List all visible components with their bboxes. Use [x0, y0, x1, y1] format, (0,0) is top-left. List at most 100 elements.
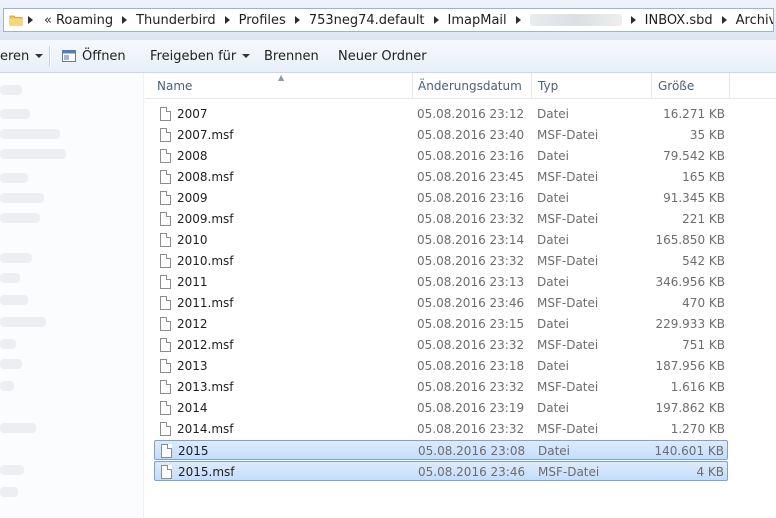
breadcrumb-arrow-icon[interactable]: [122, 16, 128, 24]
burn-button[interactable]: Brennen: [264, 40, 319, 72]
breadcrumb-arrow-icon[interactable]: [515, 16, 521, 24]
breadcrumb-item-profiles[interactable]: Profiles: [239, 13, 286, 28]
breadcrumb-arrow-icon[interactable]: [630, 16, 636, 24]
file-type: Datei: [537, 107, 570, 121]
nav-item-blurred[interactable]: [0, 273, 20, 283]
file-row[interactable]: 2010.msf 05.08.2016 23:32 MSF-Datei 542 KB: [154, 251, 728, 271]
file-row[interactable]: 2011 05.08.2016 23:13 Datei 346.956 KB: [154, 272, 728, 292]
file-row[interactable]: 2009 05.08.2016 23:16 Datei 91.345 KB: [154, 188, 728, 208]
file-row[interactable]: 2007 05.08.2016 23:12 Datei 16.271 KB: [154, 104, 728, 124]
file-row[interactable]: 2015.msf 05.08.2016 23:46 MSF-Datei 4 KB: [154, 461, 728, 481]
overflow-chevron-icon[interactable]: «: [44, 13, 52, 28]
nav-item-blurred[interactable]: [0, 487, 18, 497]
file-name: 2012.msf: [177, 338, 234, 352]
file-row[interactable]: 2007.msf 05.08.2016 23:40 MSF-Datei 35 KB: [154, 125, 728, 145]
file-name: 2008: [177, 149, 208, 163]
open-button[interactable]: Öffnen: [62, 40, 126, 72]
file-row[interactable]: 2012.msf 05.08.2016 23:32 MSF-Datei 751 KB: [154, 335, 728, 355]
nav-item-blurred[interactable]: [0, 173, 28, 183]
file-row[interactable]: 2013.msf 05.08.2016 23:32 MSF-Datei 1.616 K…: [154, 377, 728, 397]
breadcrumb-item-profile[interactable]: 753neg74.default: [309, 13, 425, 28]
nav-item-blurred[interactable]: [0, 359, 22, 369]
nav-item-blurred[interactable]: [0, 213, 40, 223]
breadcrumb-arrow-icon[interactable]: [433, 16, 439, 24]
column-header-type[interactable]: Typ: [538, 73, 648, 98]
file-name: 2009.msf: [177, 212, 234, 226]
file-date: 05.08.2016 23:32: [417, 254, 525, 268]
breadcrumb-item-inbox[interactable]: INBOX.sbd: [645, 13, 713, 28]
file-row[interactable]: 2008 05.08.2016 23:16 Datei 79.542 KB: [154, 146, 728, 166]
column-resize-handle[interactable]: [729, 73, 730, 98]
file-size: 91.345 KB: [663, 191, 725, 205]
file-row[interactable]: 2013 05.08.2016 23:18 Datei 187.956 KB: [154, 356, 728, 376]
file-row[interactable]: 2011.msf 05.08.2016 23:46 MSF-Datei 470 KB: [154, 293, 728, 313]
column-header-date[interactable]: Änderungsdatum: [418, 73, 533, 98]
column-resize-handle[interactable]: [412, 73, 413, 98]
file-row[interactable]: 2014 05.08.2016 23:19 Datei 197.862 KB: [154, 398, 728, 418]
file-name: 2015.msf: [178, 465, 235, 479]
file-icon: [160, 401, 171, 415]
breadcrumb-item-archives[interactable]: Archives.sbd: [736, 13, 773, 28]
file-date: 05.08.2016 23:46: [417, 296, 525, 310]
breadcrumb-arrow-icon[interactable]: [224, 16, 230, 24]
file-name: 2010.msf: [177, 254, 234, 268]
burn-label: Brennen: [264, 48, 319, 64]
file-size: 16.271 KB: [663, 107, 725, 121]
nav-item-blurred[interactable]: [0, 381, 14, 391]
nav-item-blurred[interactable]: [0, 85, 22, 95]
nav-item-blurred[interactable]: [0, 295, 28, 305]
file-row[interactable]: 2010 05.08.2016 23:14 Datei 165.850 KB: [154, 230, 728, 250]
nav-item-blurred[interactable]: [0, 423, 36, 433]
file-name: 2009: [177, 191, 208, 205]
nav-item-blurred[interactable]: [0, 339, 16, 349]
breadcrumb-item-roaming[interactable]: Roaming: [56, 13, 113, 28]
file-row[interactable]: 2008.msf 05.08.2016 23:45 MSF-Datei 165 KB: [154, 167, 728, 187]
column-resize-handle[interactable]: [531, 73, 532, 98]
breadcrumb[interactable]: « Roaming Thunderbird Profiles 753neg74.…: [3, 8, 774, 32]
nav-item-blurred[interactable]: [0, 129, 60, 139]
file-icon: [160, 296, 171, 310]
breadcrumb-arrow-icon[interactable]: [294, 16, 300, 24]
file-icon: [160, 107, 171, 121]
nav-item-blurred[interactable]: [0, 109, 30, 119]
breadcrumb-arrow-icon[interactable]: [721, 16, 727, 24]
file-size: 542 KB: [682, 254, 725, 268]
file-size: 187.956 KB: [655, 359, 725, 373]
nav-item-blurred[interactable]: [0, 149, 66, 159]
file-type: Datei: [537, 191, 570, 205]
organize-button[interactable]: eren: [0, 40, 44, 72]
file-row[interactable]: 2009.msf 05.08.2016 23:32 MSF-Datei 221 KB: [154, 209, 728, 229]
chevron-down-icon: [35, 54, 44, 58]
new-folder-button[interactable]: Neuer Ordner: [338, 40, 427, 72]
breadcrumb-root-arrow-icon[interactable]: [28, 16, 33, 24]
file-date: 05.08.2016 23:16: [417, 191, 525, 205]
nav-item-blurred[interactable]: [0, 465, 24, 475]
file-row[interactable]: 2012 05.08.2016 23:15 Datei 229.933 KB: [154, 314, 728, 334]
column-resize-handle[interactable]: [651, 73, 652, 98]
nav-item-blurred[interactable]: [0, 193, 44, 203]
nav-item-blurred[interactable]: [0, 253, 32, 263]
file-type: MSF-Datei: [537, 380, 599, 394]
file-date: 05.08.2016 23:13: [417, 275, 525, 289]
file-size: 35 KB: [689, 128, 725, 142]
file-date: 05.08.2016 23:19: [417, 401, 525, 415]
file-type: Datei: [537, 233, 570, 247]
column-header-size-label: Größe: [658, 78, 695, 93]
breadcrumb-item-thunderbird[interactable]: Thunderbird: [136, 13, 216, 28]
nav-item-blurred[interactable]: [0, 317, 46, 327]
file-row[interactable]: 2015 05.08.2016 23:08 Datei 140.601 KB: [154, 440, 728, 460]
file-date: 05.08.2016 23:14: [417, 233, 525, 247]
column-header-size[interactable]: Größe: [658, 73, 728, 98]
chevron-down-icon: [242, 54, 251, 58]
file-icon: [160, 149, 171, 163]
breadcrumb-item-imapmail[interactable]: ImapMail: [448, 13, 507, 28]
share-with-button[interactable]: Freigeben für: [150, 40, 251, 72]
file-size: 140.601 KB: [654, 444, 724, 458]
breadcrumb-item-redacted[interactable]: [529, 14, 622, 26]
column-header-name[interactable]: Name: [157, 73, 412, 98]
column-header-date-label: Änderungsdatum: [418, 78, 522, 93]
file-type: MSF-Datei: [537, 170, 599, 184]
file-row[interactable]: 2014.msf 05.08.2016 23:32 MSF-Datei 1.270 K…: [154, 419, 728, 439]
file-type: Datei: [537, 359, 570, 373]
navigation-pane[interactable]: [0, 73, 144, 518]
